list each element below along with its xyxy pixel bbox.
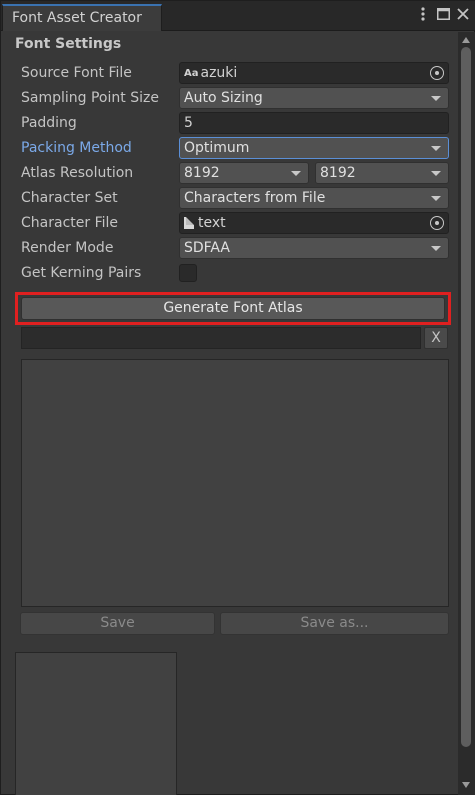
render-mode-row: Render Mode SDFAA <box>21 237 449 259</box>
character-file-field[interactable]: text <box>179 212 449 234</box>
font-asset-icon: Aa <box>184 67 199 79</box>
kerning-pairs-row: Get Kerning Pairs <box>21 262 449 284</box>
title-bar: Font Asset Creator <box>1 1 475 31</box>
vertical-scrollbar[interactable] <box>458 32 475 795</box>
generate-font-atlas-button[interactable]: Generate Font Atlas <box>21 297 445 320</box>
font-asset-creator-window: Font Asset Creator Font Settings Source … <box>0 0 475 795</box>
padding-value: 5 <box>184 115 193 131</box>
atlas-resolution-label: Atlas Resolution <box>21 165 134 181</box>
text-asset-icon <box>184 217 194 229</box>
atlas-width-dropdown[interactable]: 8192 <box>179 162 309 184</box>
character-set-value: Characters from File <box>184 190 326 206</box>
output-text-area[interactable] <box>21 359 449 607</box>
save-button[interactable]: Save <box>20 612 215 635</box>
character-file-label: Character File <box>21 215 118 231</box>
render-mode-value: SDFAA <box>184 240 230 256</box>
close-icon[interactable] <box>456 6 470 22</box>
packing-method-dropdown[interactable]: Optimum <box>179 137 449 159</box>
character-set-label: Character Set <box>21 190 118 206</box>
window-controls <box>416 6 470 22</box>
object-picker-icon[interactable] <box>430 66 444 80</box>
character-file-value: text <box>198 215 226 231</box>
render-mode-dropdown[interactable]: SDFAA <box>179 237 449 259</box>
source-font-file-row: Source Font File Aa azuki <box>21 62 449 84</box>
object-picker-icon[interactable] <box>430 216 444 230</box>
more-options-icon[interactable] <box>416 6 430 22</box>
kerning-pairs-label: Get Kerning Pairs <box>21 265 142 281</box>
window-tab[interactable]: Font Asset Creator <box>2 4 162 31</box>
chevron-down-icon <box>431 196 441 201</box>
atlas-height-dropdown[interactable]: 8192 <box>315 162 449 184</box>
packing-method-value: Optimum <box>184 140 250 156</box>
character-file-row: Character File text <box>21 212 449 234</box>
save-as-button[interactable]: Save as... <box>220 612 449 635</box>
source-font-file-field[interactable]: Aa azuki <box>179 62 449 84</box>
character-set-dropdown[interactable]: Characters from File <box>179 187 449 209</box>
character-set-row: Character Set Characters from File <box>21 187 449 209</box>
source-font-file-label: Source Font File <box>21 65 132 81</box>
maximize-icon[interactable] <box>436 6 450 22</box>
scroll-thumb[interactable] <box>461 47 471 747</box>
chevron-down-icon <box>431 96 441 101</box>
sampling-point-size-label: Sampling Point Size <box>21 90 159 106</box>
section-title: Font Settings <box>15 36 122 52</box>
kerning-pairs-checkbox[interactable] <box>179 264 197 282</box>
padding-row: Padding 5 <box>21 112 449 134</box>
sampling-point-size-row: Sampling Point Size Auto Sizing <box>21 87 449 109</box>
sampling-point-size-dropdown[interactable]: Auto Sizing <box>179 87 449 109</box>
packing-method-label: Packing Method <box>21 140 132 156</box>
atlas-height-value: 8192 <box>320 165 356 181</box>
atlas-preview <box>15 652 177 795</box>
atlas-width-value: 8192 <box>184 165 220 181</box>
packing-method-row: Packing Method Optimum <box>21 137 449 159</box>
padding-input[interactable]: 5 <box>179 112 449 134</box>
padding-label: Padding <box>21 115 77 131</box>
chevron-down-icon <box>431 246 441 251</box>
chevron-down-icon <box>431 171 441 176</box>
inspector-content: Font Settings Source Font File Aa azuki … <box>1 32 459 795</box>
atlas-resolution-row: Atlas Resolution 8192 8192 <box>21 162 449 184</box>
cancel-progress-button[interactable]: X <box>424 327 448 349</box>
scroll-down-icon[interactable] <box>462 782 470 788</box>
chevron-down-icon <box>431 146 441 151</box>
scroll-up-icon[interactable] <box>462 37 470 43</box>
source-font-file-value: azuki <box>200 65 238 81</box>
progress-bar <box>21 327 421 349</box>
sampling-point-size-value: Auto Sizing <box>184 90 263 106</box>
render-mode-label: Render Mode <box>21 240 114 256</box>
chevron-down-icon <box>291 171 301 176</box>
